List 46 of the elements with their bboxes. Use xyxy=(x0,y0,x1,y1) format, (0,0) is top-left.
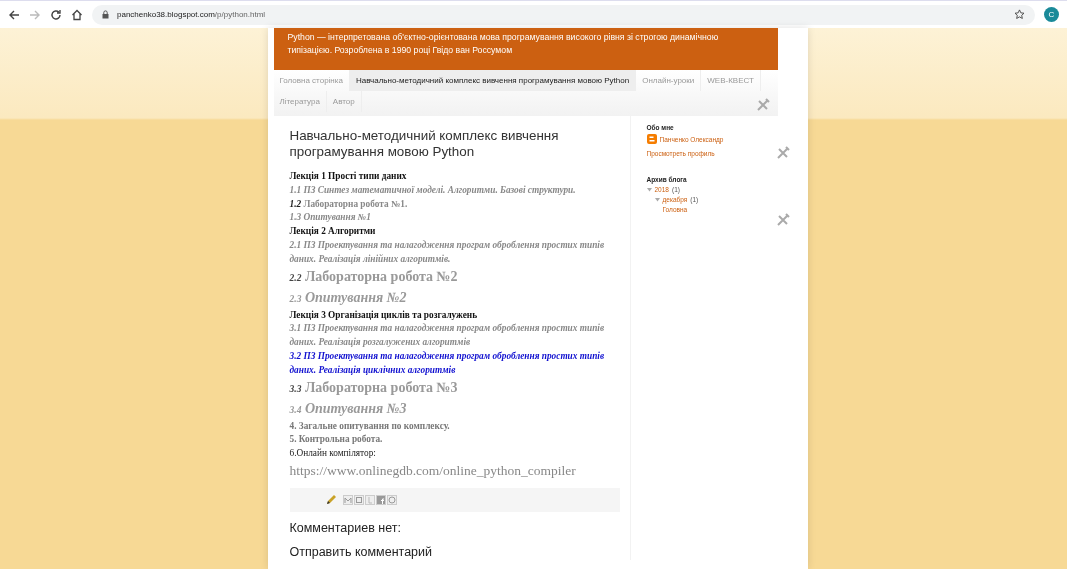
expand-toggle-icon[interactable] xyxy=(646,187,652,192)
star-icon[interactable] xyxy=(1014,9,1025,20)
lesson-link[interactable]: 4. Загальне опитування по комплексу. xyxy=(289,419,620,434)
lesson-link[interactable]: 3.4 Опитування №3 xyxy=(289,398,620,420)
post-title: Навчально-методичний комплекс вивчення програмування мовою Python xyxy=(289,128,560,160)
page-tab[interactable]: Онлайн-уроки xyxy=(636,70,702,91)
home-icon[interactable] xyxy=(71,8,83,21)
lesson-link[interactable]: 3.2 ПЗ Проектування та налагодження програм оброблення простих типів даних. Реалізація циклічних алгоритмів xyxy=(289,349,620,378)
lesson-link[interactable]: 1.3 Опитування №1 xyxy=(289,211,620,226)
page-tab[interactable]: WEB-КВЕСТ xyxy=(701,70,761,91)
lesson-link[interactable]: 2.3 Опитування №2 xyxy=(289,287,620,309)
lesson-link[interactable]: 3.3 Лабораторна робота №3 xyxy=(289,377,620,399)
expand-toggle-icon[interactable] xyxy=(654,197,660,202)
lesson-link[interactable]: 1.1 ПЗ Синтез математичної моделі. Алгоритми. Базові структури. xyxy=(289,183,620,198)
reload-icon[interactable] xyxy=(50,8,62,21)
page-tab[interactable]: Навчально-методичний комплекс вивчення програмування мовою Python xyxy=(349,70,637,91)
lesson-link[interactable]: 1.2 Лабораторна робота №1. xyxy=(289,197,620,212)
page-tab[interactable]: Література xyxy=(273,91,327,112)
edit-tools-icon[interactable] xyxy=(755,98,770,112)
edit-tools-icon[interactable] xyxy=(775,213,790,227)
lesson-link[interactable]: 2.2 Лабораторна робота №2 xyxy=(289,266,620,288)
lesson-link[interactable]: 5. Контрольна робота. xyxy=(289,433,620,448)
blogger-logo-icon xyxy=(646,134,657,144)
profile-avatar[interactable]: C xyxy=(1044,7,1059,22)
lecture-heading: Лекція 2 Алгоритми xyxy=(289,225,377,239)
comments-heading: Комментариев нет: xyxy=(289,520,402,536)
f-share-icon[interactable] xyxy=(375,494,386,505)
compiler-link[interactable]: https://www.onlinegdb.com/online_python_compiler xyxy=(289,460,620,481)
page-tab[interactable]: Головна сторінка xyxy=(273,70,350,91)
post-comment-heading: Отправить комментарий xyxy=(289,544,433,560)
pencil-icon[interactable] xyxy=(325,494,337,506)
email-icon[interactable] xyxy=(342,494,353,505)
lesson-link[interactable]: 3.1 ПЗ Проектування та налагодження програм оброблення простих типів даних. Реалізація розгалужених алгоритмів xyxy=(289,322,620,350)
address-bar[interactable]: panchenko38.blogspot.com/p/python.html xyxy=(92,4,1035,25)
lecture-heading: Лекція 3 Організація циклів та розгалужень xyxy=(289,308,479,322)
edit-tools-icon[interactable] xyxy=(775,146,790,160)
blog-description: Python — інтерпретована об'єктно-орієнтована мова програмування високого рівня зі строгою динамічною типізацією. Розроблена в 1990 році Гвідо ван Россумом xyxy=(287,31,720,57)
lecture-heading: Лекція 1 Прості типи даних xyxy=(289,170,408,183)
bird-share-icon[interactable] xyxy=(364,494,375,505)
page-tab[interactable]: Автор xyxy=(326,91,362,112)
lesson-text: 6.Онлайн компілятор: xyxy=(289,447,377,461)
blog-share-icon[interactable] xyxy=(353,494,364,505)
pin-share-icon[interactable] xyxy=(386,494,397,505)
back-icon[interactable] xyxy=(8,8,20,21)
lock-icon xyxy=(102,10,109,19)
lesson-link[interactable]: 2.1 ПЗ Проектування та налагодження програм оброблення простих типів даних. Реалізація лінійних алгоритмів. xyxy=(289,239,620,267)
